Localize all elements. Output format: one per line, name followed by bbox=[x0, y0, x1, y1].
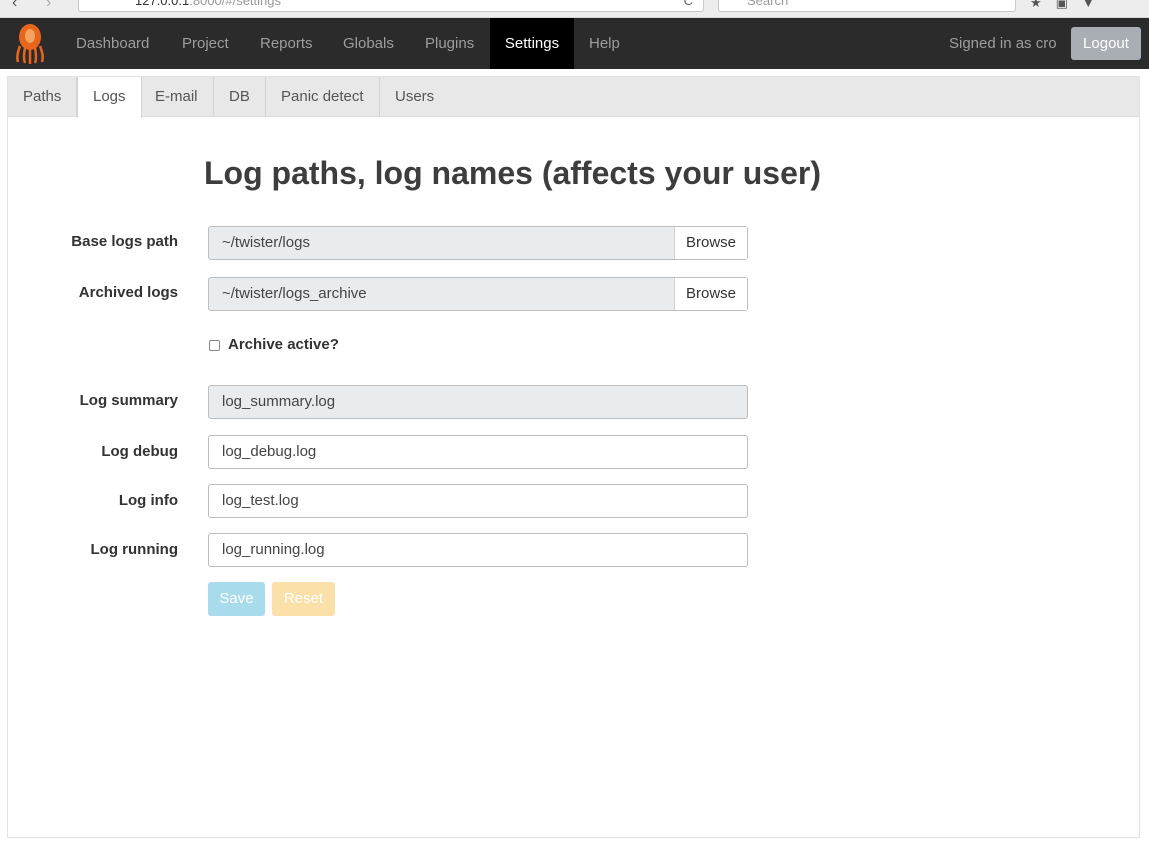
archive-active-label[interactable]: Archive active? bbox=[228, 336, 339, 353]
page-title: Log paths, log names (affects your user) bbox=[204, 155, 821, 191]
log-debug-label: Log debug bbox=[101, 443, 178, 460]
nav-plugins[interactable]: Plugins bbox=[410, 18, 489, 69]
browser-search-input[interactable]: Search bbox=[718, 0, 1016, 12]
top-navbar: Dashboard Project Reports Globals Plugin… bbox=[0, 18, 1149, 69]
url-host: 127.0.0.1 bbox=[135, 0, 190, 8]
browser-toolbar-icons[interactable]: ★▣▼ bbox=[1030, 0, 1109, 11]
browser-toolbar: ‹ › 127.0.0.1:8000/#/settings C Search ★… bbox=[0, 0, 1149, 18]
log-debug-value: log_debug.log bbox=[222, 443, 317, 460]
forward-arrow-icon[interactable]: › bbox=[46, 0, 51, 12]
octopus-logo-icon[interactable] bbox=[14, 22, 46, 64]
save-button[interactable]: Save bbox=[208, 582, 265, 616]
log-summary-field[interactable]: log_summary.log bbox=[208, 385, 748, 419]
base-logs-path-label: Base logs path bbox=[71, 233, 178, 250]
back-arrow-icon[interactable]: ‹ bbox=[12, 0, 17, 12]
logout-button[interactable]: Logout bbox=[1071, 27, 1141, 60]
search-placeholder: Search bbox=[747, 0, 789, 8]
archived-logs-value: ~/twister/logs_archive bbox=[222, 285, 367, 302]
base-logs-path-value: ~/twister/logs bbox=[222, 234, 310, 251]
nav-dashboard[interactable]: Dashboard bbox=[61, 18, 164, 69]
tab-email[interactable]: E-mail bbox=[140, 77, 214, 117]
tab-db[interactable]: DB bbox=[214, 77, 266, 117]
archive-active-checkbox[interactable] bbox=[209, 340, 220, 351]
log-summary-value: log_summary.log bbox=[222, 393, 336, 410]
address-bar[interactable]: 127.0.0.1:8000/#/settings C bbox=[78, 0, 704, 12]
log-running-value: log_running.log bbox=[222, 541, 325, 558]
nav-reports[interactable]: Reports bbox=[245, 18, 328, 69]
settings-tabs: Paths Logs E-mail DB Panic detect Users bbox=[8, 77, 1139, 118]
log-info-field[interactable]: log_test.log bbox=[208, 484, 748, 518]
reload-icon[interactable]: C bbox=[684, 0, 693, 13]
archived-logs-browse-button[interactable]: Browse bbox=[674, 278, 747, 310]
nav-settings[interactable]: Settings bbox=[490, 18, 574, 69]
url-path: :8000/#/settings bbox=[189, 0, 282, 8]
log-debug-field[interactable]: log_debug.log bbox=[208, 435, 748, 469]
base-logs-path-field[interactable]: ~/twister/logs Browse bbox=[208, 226, 748, 260]
tab-paths[interactable]: Paths bbox=[8, 77, 78, 117]
reset-button[interactable]: Reset bbox=[272, 582, 335, 616]
signed-in-text: Signed in as cro bbox=[949, 35, 1057, 52]
log-info-label: Log info bbox=[118, 492, 178, 509]
archived-logs-label: Archived logs bbox=[78, 284, 178, 301]
tab-logs[interactable]: Logs bbox=[77, 77, 142, 118]
nav-project[interactable]: Project bbox=[167, 18, 244, 69]
nav-globals[interactable]: Globals bbox=[328, 18, 409, 69]
nav-help[interactable]: Help bbox=[574, 18, 635, 69]
log-summary-label: Log summary bbox=[79, 392, 178, 409]
log-info-value: log_test.log bbox=[222, 492, 299, 509]
tab-users[interactable]: Users bbox=[380, 77, 449, 117]
log-running-label: Log running bbox=[90, 541, 178, 558]
log-running-field[interactable]: log_running.log bbox=[208, 533, 748, 567]
archived-logs-field[interactable]: ~/twister/logs_archive Browse bbox=[208, 277, 748, 311]
base-logs-browse-button[interactable]: Browse bbox=[674, 227, 747, 259]
tab-panic-detect[interactable]: Panic detect bbox=[266, 77, 380, 117]
